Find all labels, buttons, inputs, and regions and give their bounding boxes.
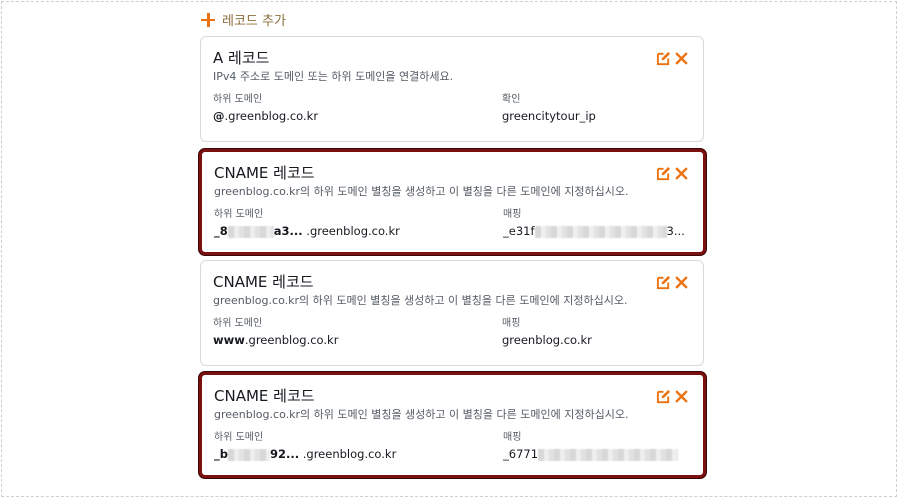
close-icon[interactable]	[674, 275, 689, 290]
record-actions	[656, 51, 689, 66]
target-value: greencitytour_ip	[502, 109, 596, 123]
record-actions	[656, 166, 689, 181]
plus-icon	[200, 12, 216, 28]
record-description: greenblog.co.kr의 하위 도메인 별칭을 생성하고 이 별칭을 다…	[214, 185, 629, 198]
add-record-button[interactable]: 레코드 추가	[200, 10, 286, 29]
target-prefix: _e31f	[503, 224, 535, 238]
record-description: greenblog.co.kr의 하위 도메인 별칭을 생성하고 이 별칭을 다…	[213, 294, 628, 307]
subdomain-suffix: 92...	[269, 447, 300, 461]
subdomain-prefix: @	[213, 109, 225, 123]
redacted-block	[534, 225, 667, 238]
record-card-cname-www: CNAME 레코드 greenblog.co.kr의 하위 도메인 별칭을 생성…	[200, 260, 704, 366]
edit-icon[interactable]	[656, 275, 671, 290]
edit-icon[interactable]	[656, 51, 671, 66]
record-card-cname-2: CNAME 레코드 greenblog.co.kr의 하위 도메인 별칭을 생성…	[199, 372, 706, 478]
subdomain-domain: .greenblog.co.kr	[224, 109, 319, 123]
close-icon[interactable]	[674, 389, 689, 404]
close-icon[interactable]	[674, 51, 689, 66]
record-card-a: A 레코드 IPv4 주소로 도메인 또는 하위 도메인을 연결하세요. 하위 …	[200, 36, 704, 142]
record-title: CNAME 레코드	[214, 387, 315, 405]
record-card-cname-1: CNAME 레코드 greenblog.co.kr의 하위 도메인 별칭을 생성…	[199, 149, 706, 255]
record-actions	[656, 275, 689, 290]
subdomain-prefix: www	[213, 333, 245, 347]
target-label: 확인	[502, 94, 521, 105]
target-value: greenblog.co.kr	[502, 333, 592, 347]
record-description: IPv4 주소로 도메인 또는 하위 도메인을 연결하세요.	[213, 70, 454, 83]
record-title: CNAME 레코드	[214, 164, 315, 182]
subdomain-value: _8 a3... .greenblog.co.kr	[214, 224, 400, 238]
subdomain-suffix: a3...	[273, 224, 303, 238]
subdomain-prefix: _b	[214, 447, 228, 461]
redacted-block	[227, 448, 270, 461]
target-value: _e31f 3...	[503, 224, 685, 238]
add-record-label: 레코드 추가	[222, 14, 286, 29]
edit-icon[interactable]	[656, 389, 671, 404]
redacted-block	[538, 448, 679, 461]
record-actions	[656, 389, 689, 404]
edit-icon[interactable]	[656, 166, 671, 181]
subdomain-label: 하위 도메인	[213, 94, 263, 105]
subdomain-domain: .greenblog.co.kr	[244, 333, 339, 347]
target-prefix: _6771	[503, 447, 539, 461]
target-value: _6771	[503, 447, 679, 461]
subdomain-value: @.greenblog.co.kr	[213, 109, 318, 123]
redacted-block	[227, 225, 274, 238]
target-label: 매핑	[503, 209, 522, 220]
subdomain-label: 하위 도메인	[214, 432, 264, 443]
record-title: A 레코드	[213, 49, 270, 67]
subdomain-domain: .greenblog.co.kr	[306, 224, 400, 238]
close-icon[interactable]	[674, 166, 689, 181]
target-label: 매핑	[502, 318, 521, 329]
subdomain-domain: .greenblog.co.kr	[302, 447, 397, 461]
subdomain-label: 하위 도메인	[213, 318, 263, 329]
subdomain-label: 하위 도메인	[214, 209, 264, 220]
target-suffix: 3...	[666, 224, 685, 238]
record-title: CNAME 레코드	[213, 273, 314, 291]
record-description: greenblog.co.kr의 하위 도메인 별칭을 생성하고 이 별칭을 다…	[214, 408, 629, 421]
subdomain-value: www.greenblog.co.kr	[213, 333, 338, 347]
subdomain-value: _b 92... .greenblog.co.kr	[214, 447, 396, 461]
target-label: 매핑	[503, 432, 522, 443]
subdomain-prefix: _8	[214, 224, 228, 238]
